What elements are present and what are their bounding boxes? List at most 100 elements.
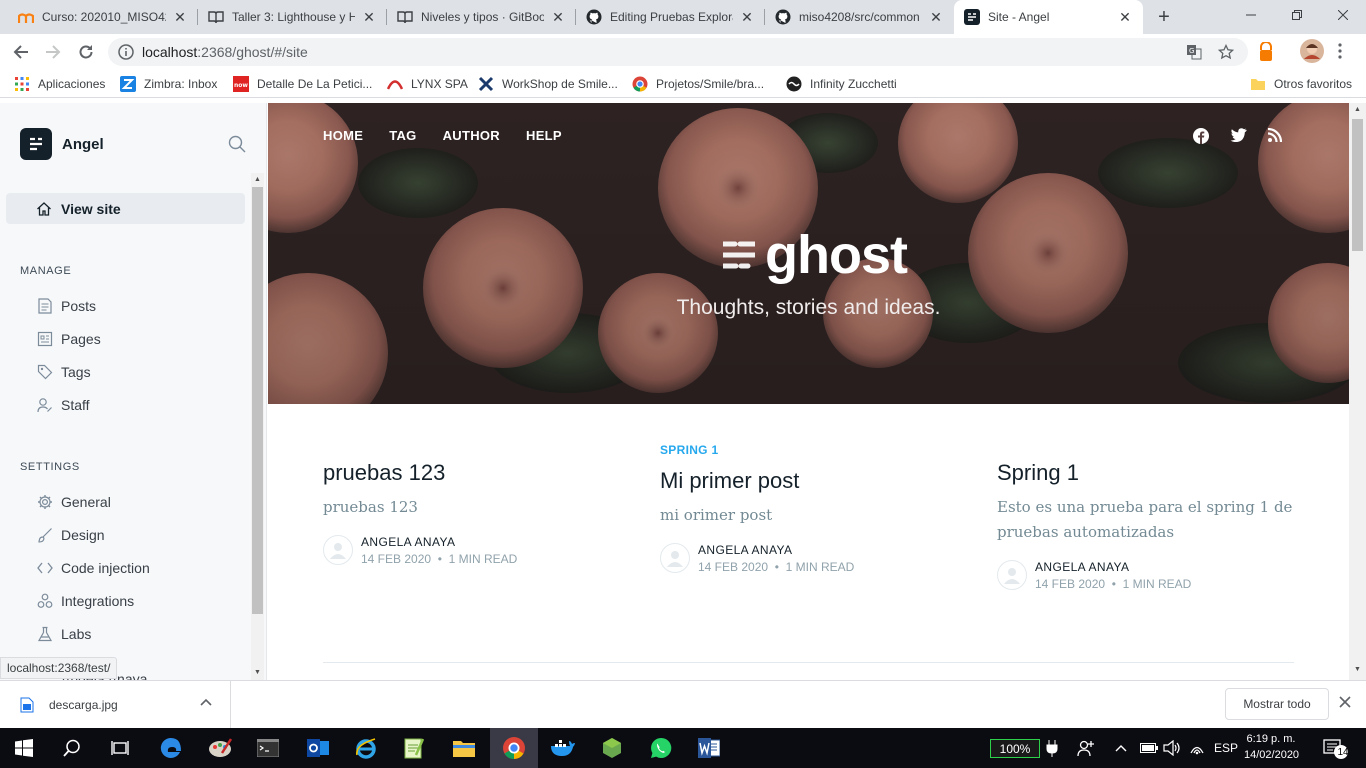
whatsapp-icon[interactable]	[637, 728, 685, 768]
bookmark-projetos[interactable]: Projetos/Smile/bra...	[632, 76, 764, 92]
page-scrollbar[interactable]: ▲ ▼	[1349, 103, 1366, 680]
translate-icon[interactable]: G	[1186, 44, 1202, 60]
rss-icon[interactable]	[1268, 128, 1282, 142]
bookmark-aplicaciones[interactable]: Aplicaciones	[14, 76, 105, 92]
file-explorer-icon[interactable]	[440, 728, 488, 768]
close-icon[interactable]: ✕	[172, 9, 188, 25]
people-icon[interactable]	[1077, 728, 1095, 768]
bookmark-detalle[interactable]: now Detalle De La Petici...	[233, 76, 372, 92]
author-avatar-icon[interactable]	[660, 543, 690, 573]
post-title[interactable]: Mi primer post	[660, 468, 960, 494]
paint-icon[interactable]	[196, 728, 244, 768]
author-avatar-icon[interactable]	[997, 560, 1027, 590]
address-bar[interactable]: localhost:2368/ghost/#/site G	[108, 38, 1248, 66]
menu-dots-icon[interactable]	[1338, 43, 1342, 59]
new-tab-button[interactable]: +	[1152, 7, 1176, 27]
edge-icon[interactable]	[147, 728, 195, 768]
battery-icon[interactable]	[1140, 728, 1158, 768]
scroll-up-icon[interactable]: ▲	[1354, 106, 1361, 113]
back-button[interactable]	[9, 40, 33, 64]
close-icon[interactable]: ✕	[1117, 9, 1133, 25]
bookmark-lynx[interactable]: LYNX SPA	[387, 76, 468, 92]
show-all-downloads-button[interactable]: Mostrar todo	[1225, 688, 1329, 720]
tab-taller[interactable]: Taller 3: Lighthouse y He ✕	[198, 0, 387, 34]
nav-tag[interactable]: TAG	[389, 128, 416, 143]
bookmark-workshop[interactable]: WorkShop de Smile...	[478, 76, 618, 92]
clock[interactable]: 6:19 p. m. 14/02/2020	[1244, 731, 1299, 763]
close-icon[interactable]: ✕	[928, 9, 944, 25]
forward-button[interactable]	[41, 40, 65, 64]
nav-help[interactable]: HELP	[526, 128, 562, 143]
nodejs-icon[interactable]	[588, 728, 636, 768]
post-author[interactable]: ANGELA ANAYA	[361, 535, 517, 549]
window-close-button[interactable]	[1320, 0, 1366, 30]
nav-home[interactable]: HOME	[323, 128, 363, 143]
tab-editing[interactable]: Editing Pruebas Explora ✕	[576, 0, 765, 34]
url-text[interactable]: localhost:2368/ghost/#/site	[142, 44, 308, 60]
reload-button[interactable]	[74, 40, 98, 64]
close-icon[interactable]: ✕	[361, 9, 377, 25]
nav-author[interactable]: AUTHOR	[443, 128, 500, 143]
download-item[interactable]: descarga.jpg	[0, 681, 231, 728]
sidebar-item-general[interactable]: General	[36, 492, 111, 512]
scroll-down-icon[interactable]: ▼	[254, 669, 261, 676]
view-site-link[interactable]: View site	[6, 193, 245, 224]
bookmark-star-icon[interactable]	[1218, 44, 1234, 60]
volume-icon[interactable]	[1163, 728, 1181, 768]
author-avatar-icon[interactable]	[323, 535, 353, 565]
post-card[interactable]: Spring 1 Esto es una prueba para el spri…	[997, 443, 1297, 591]
chevron-up-icon[interactable]	[1115, 728, 1127, 768]
post-excerpt[interactable]: mi orimer post	[660, 503, 960, 528]
sidebar-item-staff[interactable]: Staff	[36, 395, 90, 415]
close-icon[interactable]: ✕	[550, 9, 566, 25]
page-scroll-thumb[interactable]	[1352, 119, 1363, 251]
bookmark-zimbra[interactable]: Zimbra: Inbox	[120, 76, 217, 92]
scroll-down-icon[interactable]: ▼	[1354, 666, 1361, 673]
sidebar-item-tags[interactable]: Tags	[36, 362, 91, 382]
tab-miso4208[interactable]: miso4208/src/common ✕	[765, 0, 954, 34]
post-author[interactable]: ANGELA ANAYA	[698, 543, 854, 557]
facebook-icon[interactable]	[1193, 128, 1209, 144]
battery-indicator[interactable]: 100%	[990, 739, 1040, 758]
chrome-taskbar-icon[interactable]	[490, 728, 538, 768]
restore-button[interactable]	[1274, 0, 1320, 30]
avatar[interactable]	[1300, 39, 1324, 63]
terminal-icon[interactable]	[244, 728, 292, 768]
search-icon[interactable]	[48, 728, 96, 768]
close-icon[interactable]: ✕	[739, 9, 755, 25]
internet-explorer-icon[interactable]	[342, 728, 390, 768]
sidebar-item-design[interactable]: Design	[36, 525, 105, 545]
extension-icon[interactable]	[1258, 42, 1274, 62]
notepad-plus-icon[interactable]	[390, 728, 438, 768]
post-title[interactable]: pruebas 123	[323, 460, 623, 486]
sidebar-item-pages[interactable]: Pages	[36, 329, 101, 349]
power-plug-icon[interactable]	[1046, 728, 1058, 768]
bookmark-otros-favoritos[interactable]: Otros favoritos	[1250, 76, 1352, 92]
start-button[interactable]	[0, 728, 48, 768]
post-tag[interactable]: SPRING 1	[660, 443, 960, 460]
post-author[interactable]: ANGELA ANAYA	[1035, 560, 1191, 574]
sidebar-scrollbar[interactable]: ▲ ▼	[251, 173, 264, 680]
tab-site-angel[interactable]: Site - Angel ✕	[954, 0, 1143, 34]
post-excerpt[interactable]: Esto es una prueba para el spring 1 de p…	[997, 495, 1297, 545]
language-indicator[interactable]: ESP	[1214, 728, 1238, 768]
chevron-up-icon[interactable]	[200, 697, 212, 709]
post-tag[interactable]	[323, 443, 623, 460]
sidebar-item-posts[interactable]: Posts	[36, 296, 96, 316]
site-brand[interactable]: Angel	[20, 128, 104, 160]
task-view-icon[interactable]	[96, 728, 144, 768]
close-download-bar-icon[interactable]	[1339, 696, 1351, 708]
post-title[interactable]: Spring 1	[997, 460, 1297, 486]
sidebar-item-labs[interactable]: Labs	[36, 624, 91, 644]
notifications-icon[interactable]: 14	[1322, 728, 1350, 768]
post-card[interactable]: pruebas 123 pruebas 123 ANGELA ANAYA 14 …	[323, 443, 623, 566]
outlook-icon[interactable]	[294, 728, 342, 768]
sidebar-item-code-injection[interactable]: Code injection	[36, 558, 150, 578]
post-card[interactable]: SPRING 1 Mi primer post mi orimer post A…	[660, 443, 960, 574]
bookmark-infinity[interactable]: Infinity Zucchetti	[786, 76, 897, 92]
word-icon[interactable]	[685, 728, 733, 768]
post-excerpt[interactable]: pruebas 123	[323, 495, 623, 520]
scroll-up-icon[interactable]: ▲	[254, 176, 261, 183]
sidebar-scroll-thumb[interactable]	[252, 187, 263, 614]
sidebar-item-integrations[interactable]: Integrations	[36, 591, 134, 611]
